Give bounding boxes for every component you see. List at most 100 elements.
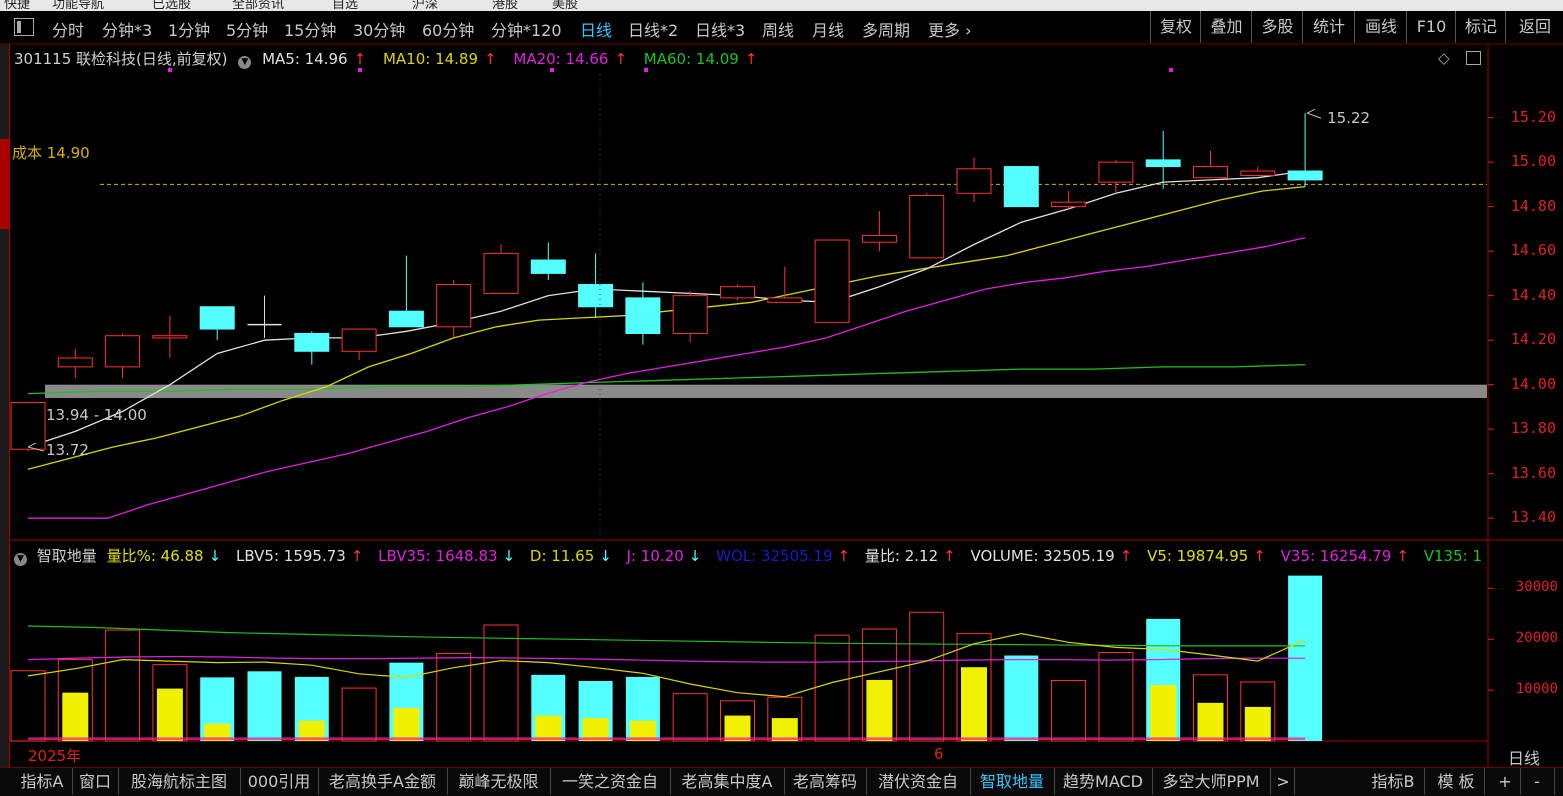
candle-body-down xyxy=(625,297,661,334)
period-tab[interactable]: 月线 xyxy=(812,17,844,41)
volume-bar-up xyxy=(341,687,377,742)
price-tick-label: 14.60 xyxy=(1510,241,1556,260)
period-tab[interactable]: 分时 xyxy=(52,17,84,41)
dilang-bar xyxy=(535,715,562,741)
volume-bar-down xyxy=(247,671,282,741)
candle-body-up xyxy=(341,328,377,352)
candle-body-up xyxy=(436,284,472,328)
indicator-tab[interactable]: 潜伏资金自 xyxy=(866,768,971,795)
lbv5: LBV5: 1595.73 ↑ xyxy=(235,547,364,565)
period-tab[interactable]: 多周期 xyxy=(862,17,910,41)
indicator-tab[interactable]: 趋势MACD xyxy=(1054,768,1153,795)
liangbi-pct: 量比%: 46.88 ↓ xyxy=(106,547,222,565)
toolbar-button[interactable]: 返回 xyxy=(1505,11,1563,43)
top-menu-item[interactable]: 已选股 xyxy=(152,0,191,11)
candle-body-up xyxy=(105,335,141,368)
volume-bar-up xyxy=(483,624,519,742)
collapse-icon[interactable]: ▼ xyxy=(238,56,252,69)
period-tab[interactable]: 分钟*120 xyxy=(491,17,562,41)
toolbar-button[interactable]: 标记 xyxy=(1455,11,1506,43)
indicator-tab[interactable]: 老高筹码 xyxy=(784,768,867,795)
period-tab[interactable]: 1分钟 xyxy=(168,17,210,41)
v5-value: V5: 19874.95 ↑ xyxy=(1147,547,1266,565)
diamond-icon[interactable]: ◇ xyxy=(1438,49,1450,67)
volume-bar-up xyxy=(909,611,945,742)
ma10-value: MA10: 14.89 ↑ xyxy=(382,50,497,68)
period-tab[interactable]: 30分钟 xyxy=(353,17,405,41)
bottom-tool-button[interactable]: + xyxy=(1490,768,1521,795)
top-menu-item[interactable]: 功能导航 xyxy=(52,0,104,11)
candle-body-up xyxy=(672,295,708,334)
sidebar-toggle-icon[interactable] xyxy=(14,18,34,36)
kline-chart[interactable]: 15.22 13.72 13.94 - 14.00 xyxy=(0,44,1563,767)
indicator-tab[interactable]: 股海航标主图 xyxy=(118,768,241,795)
period-tab[interactable]: 分钟*3 xyxy=(102,17,152,41)
v135-line xyxy=(27,625,1306,647)
period-tab[interactable]: 5分钟 xyxy=(226,17,268,41)
top-menu-item[interactable]: 美股 xyxy=(552,0,578,11)
liangbi-value: 量比: 2.12 ↑ xyxy=(864,547,956,565)
toolbar-button[interactable]: F10 xyxy=(1406,11,1456,43)
period-tab[interactable]: 60分钟 xyxy=(422,17,474,41)
ma60-value: MA60: 14.09 ↑ xyxy=(643,50,758,68)
toolbar-button[interactable]: 多股 xyxy=(1251,11,1303,43)
indicator-tab[interactable]: 一笑之资金自 xyxy=(550,768,671,795)
chart-header: 301115 联检科技(日线,前复权) ▼ MA5: 14.96 ↑ MA10: … xyxy=(14,48,769,69)
volume-value: VOLUME: 32505.19 ↑ xyxy=(970,547,1133,565)
volume-tick-label: 20000 xyxy=(1515,630,1558,647)
candle-body-down xyxy=(1003,166,1039,208)
price-tick-label: 15.00 xyxy=(1510,152,1556,171)
indicator-tab[interactable]: 智取地量 xyxy=(970,768,1055,795)
price-tick-label: 13.40 xyxy=(1510,508,1556,527)
period-tab[interactable]: 15分钟 xyxy=(284,17,336,41)
bottom-tool-button[interactable]: - xyxy=(1520,768,1555,795)
candle-body-up xyxy=(720,286,755,299)
period-tab[interactable]: 周线 xyxy=(762,17,794,41)
top-menu-item[interactable]: 快捷 xyxy=(4,0,30,11)
toolbar-button[interactable]: 统计 xyxy=(1302,11,1355,43)
top-menu-strip: 快捷 功能导航 已选股 全部资讯 自选 沪深 港股 美股 xyxy=(0,0,1563,11)
indicator-tab[interactable]: 巅峰无极限 xyxy=(447,768,551,795)
top-menu-item[interactable]: 全部资讯 xyxy=(232,0,284,11)
dilang-bar xyxy=(866,679,893,741)
toolbar-button[interactable]: 复权 xyxy=(1150,11,1201,43)
indicator-tab[interactable]: 老高换手A金额 xyxy=(318,768,448,795)
toolbar-button[interactable]: 叠加 xyxy=(1200,11,1252,43)
indicator-tab[interactable]: 指标A xyxy=(12,768,73,795)
price-tick-label: 13.60 xyxy=(1510,463,1556,482)
more-tabs-icon[interactable]: > xyxy=(1272,768,1295,795)
candle-body-up xyxy=(814,239,850,323)
price-axis: 15.20 15.00 14.80 14.60 14.40 14.20 14.00 13.80… xyxy=(1490,44,1563,539)
volume-bar-up xyxy=(436,652,472,742)
indicator-collapse-icon[interactable]: ▼ xyxy=(14,553,27,566)
period-tab[interactable]: 日线 xyxy=(580,17,612,41)
candle-body-up xyxy=(10,401,46,450)
period-toolbar: 分时 分钟*3 1分钟 5分钟 15分钟 30分钟 60分钟 分钟*120 日线 日线*2 日线*3… xyxy=(0,11,1563,44)
dilang-bar xyxy=(961,667,987,741)
high-price-label: 15.22 xyxy=(1327,109,1370,127)
dilang-bar xyxy=(62,692,89,741)
candle-body-up xyxy=(483,252,519,294)
candle-body-up xyxy=(1051,201,1087,208)
v135-value: V135: 1 xyxy=(1423,547,1483,565)
period-tab[interactable]: 日线*2 xyxy=(628,17,678,41)
top-menu-item[interactable]: 自选 xyxy=(332,0,358,11)
bottom-tool-button[interactable]: 模 板 xyxy=(1428,768,1485,795)
indicator-tab[interactable]: 老高集中度A xyxy=(670,768,785,795)
price-gap-band xyxy=(45,384,1487,399)
bottom-tool-button[interactable]: 指标B xyxy=(1362,768,1425,795)
indicator-tab[interactable]: 000引用 xyxy=(240,768,319,795)
top-menu-item[interactable]: 沪深 xyxy=(412,0,438,11)
indicator-tab[interactable]: 多空大师PPM xyxy=(1152,768,1271,795)
period-tab[interactable]: 更多 › xyxy=(928,17,972,41)
volume-axis: 30000 20000 10000 xyxy=(1490,541,1563,741)
indicator-tab[interactable]: 窗口 xyxy=(72,768,119,795)
time-axis-month: 6 xyxy=(934,745,944,763)
period-tab[interactable]: 日线*3 xyxy=(695,17,745,41)
toolbar-button[interactable]: 画线 xyxy=(1354,11,1407,43)
price-tick-label: 15.20 xyxy=(1510,107,1556,126)
window-icon[interactable] xyxy=(1466,51,1481,65)
volume-bar-up xyxy=(1098,651,1134,742)
top-menu-item[interactable]: 港股 xyxy=(492,0,518,11)
price-tick-label: 14.40 xyxy=(1510,285,1556,304)
